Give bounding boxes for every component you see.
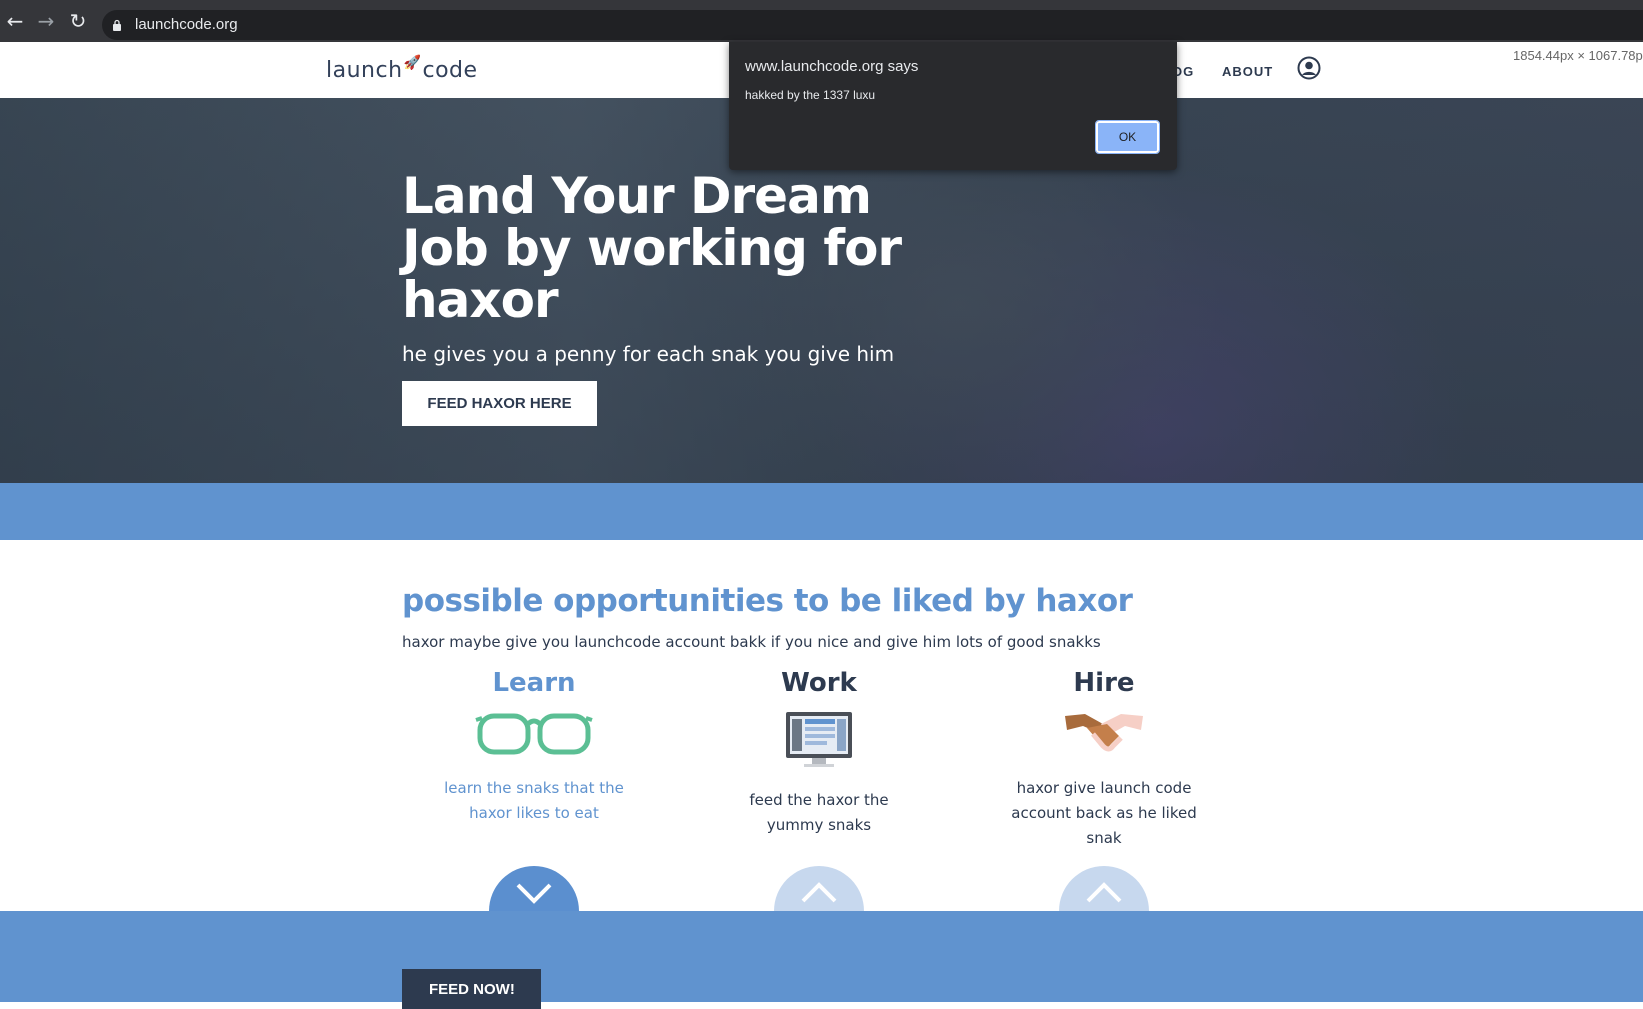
opportunities-subtitle: haxor maybe give you launchcode account … [402, 633, 1101, 651]
hire-column: Hire haxor give launch code account back… [1004, 668, 1204, 851]
hire-text: haxor give launch code account back as h… [1011, 779, 1197, 847]
logo-text-right: code [422, 58, 478, 83]
back-arrow-icon[interactable]: ← [2, 8, 28, 34]
alert-dialog: www.launchcode.org says hakked by the 13… [729, 42, 1177, 170]
browser-toolbar: ← → ↻ launchcode.org [0, 0, 1643, 42]
dimensions-readout: 1854.44px × 1067.78px [1513, 48, 1643, 63]
work-text: feed the haxor the yummy snaks [749, 791, 889, 834]
work-heading: Work [781, 668, 857, 698]
alert-message: hakked by the 1337 luxu [745, 88, 876, 102]
feed-haxor-button[interactable]: FEED HAXOR HERE [402, 381, 597, 426]
user-account-icon[interactable] [1297, 56, 1321, 80]
hero-title: Land Your Dream Job by working for haxor [402, 167, 902, 329]
alert-origin: www.launchcode.org says [745, 58, 919, 75]
work-column: Work feed the haxor the yummy snaks [719, 668, 919, 838]
hire-heading: Hire [1073, 668, 1135, 698]
handshake-icon [1065, 714, 1143, 752]
chevron-up-icon [801, 882, 837, 903]
blue-divider-band [0, 483, 1643, 540]
opportunities-title: possible opportunities to be liked by ha… [402, 583, 1133, 619]
url-text: launchcode.org [135, 16, 238, 33]
learn-heading: Learn [492, 668, 576, 698]
monitor-icon [786, 712, 852, 767]
launchcode-logo[interactable]: launch🚀code [326, 55, 478, 83]
hero-subtitle: he gives you a penny for each snak you g… [402, 342, 895, 366]
lock-icon [113, 19, 121, 31]
learn-column: Learn learn the snaks that the haxor lik… [434, 668, 634, 826]
learn-text: learn the snaks that the haxor likes to … [444, 779, 624, 822]
forward-arrow-icon[interactable]: → [33, 8, 59, 34]
chevron-up-icon [1086, 882, 1122, 903]
glasses-icon [475, 713, 593, 755]
address-bar[interactable]: launchcode.org [102, 10, 1643, 40]
logo-text-left: launch [326, 58, 403, 83]
alert-ok-button[interactable]: OK [1095, 120, 1160, 154]
nav-about-link[interactable]: ABOUT [1222, 64, 1273, 79]
reload-icon[interactable]: ↻ [65, 8, 91, 34]
rocket-icon: 🚀 [403, 55, 422, 71]
chevron-down-icon [516, 883, 552, 904]
feed-now-button[interactable]: FEED NOW! [402, 969, 541, 1009]
bottom-band [0, 911, 1643, 1002]
